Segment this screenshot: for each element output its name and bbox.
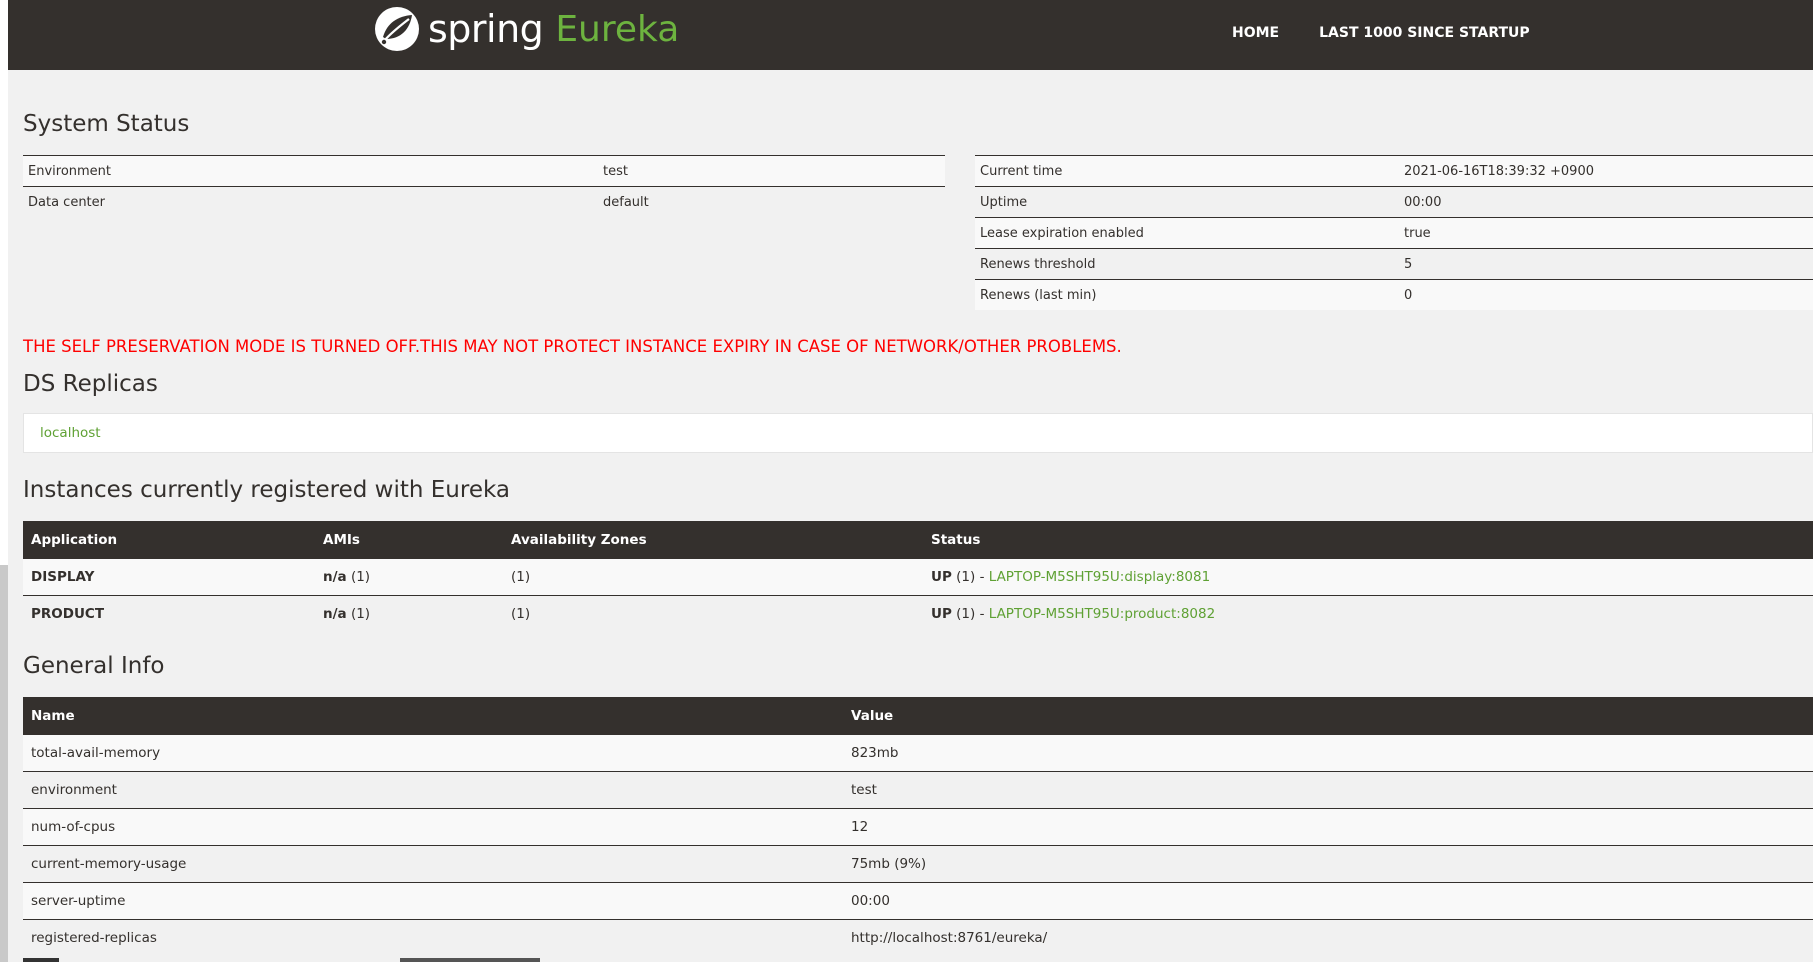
- status-cell: UP (1) - LAPTOP-M5SHT95U:display:8081: [923, 558, 1813, 596]
- column-header-value: Value: [843, 697, 1813, 735]
- instances-title: Instances currently registered with Eure…: [23, 477, 510, 503]
- ami-cell: n/a (1): [315, 595, 503, 632]
- ds-replicas-list: localhost: [23, 413, 1813, 453]
- brand-spring-text: spring: [428, 7, 544, 51]
- nav-last-1000-link[interactable]: LAST 1000 SINCE STARTUP: [1319, 25, 1530, 41]
- system-status-right-table: Current time 2021-06-16T18:39:32 +0900 U…: [975, 155, 1813, 310]
- ami-label: n/a: [323, 569, 347, 585]
- status-label: Renews (last min): [975, 279, 1399, 310]
- info-value: 00:00: [843, 882, 1813, 920]
- nav-home-link[interactable]: HOME: [1232, 25, 1279, 41]
- status-value: 00:00: [1399, 186, 1813, 218]
- status-value: 0: [1399, 279, 1813, 310]
- info-name: total-avail-memory: [23, 734, 843, 772]
- eureka-dashboard: spring Eureka HOME LAST 1000 SINCE START…: [8, 0, 1813, 962]
- status-row: Renews threshold 5: [975, 248, 1813, 280]
- status-value: test: [598, 155, 945, 187]
- nav-menu: HOME LAST 1000 SINCE STARTUP: [1232, 0, 1570, 66]
- info-value: test: [843, 771, 1813, 809]
- ami-count: (1): [350, 569, 371, 585]
- status-row: Lease expiration enabled true: [975, 217, 1813, 249]
- general-info-title: General Info: [23, 653, 165, 679]
- table-row: environment test: [23, 771, 1813, 809]
- status-cell: UP (1) - LAPTOP-M5SHT95U:product:8082: [923, 595, 1813, 632]
- table-row: total-avail-memory 823mb: [23, 734, 1813, 772]
- column-header-status: Status: [923, 521, 1813, 559]
- status-value: true: [1399, 217, 1813, 249]
- taskbar-edge: [400, 958, 540, 962]
- status-label: Current time: [975, 155, 1399, 187]
- status-label: Environment: [23, 155, 598, 187]
- table-row: current-memory-usage 75mb (9%): [23, 845, 1813, 883]
- status-value: default: [598, 186, 945, 217]
- info-name: num-of-cpus: [23, 808, 843, 846]
- status-value: 5: [1399, 248, 1813, 280]
- replica-link-localhost[interactable]: localhost: [40, 425, 101, 441]
- column-header-amis: AMIs: [315, 521, 503, 559]
- window-edge: [0, 565, 8, 962]
- instance-link[interactable]: LAPTOP-M5SHT95U:display:8081: [989, 569, 1210, 585]
- info-value: 823mb: [843, 734, 1813, 772]
- brand-eureka-text: Eureka: [555, 8, 680, 50]
- table-row: num-of-cpus 12: [23, 808, 1813, 846]
- info-name: registered-replicas: [23, 919, 843, 956]
- table-row: server-uptime 00:00: [23, 882, 1813, 920]
- status-row: Environment test: [23, 155, 945, 187]
- taskbar-edge: [23, 958, 59, 962]
- info-name: environment: [23, 771, 843, 809]
- self-preservation-warning: THE SELF PRESERVATION MODE IS TURNED OFF…: [23, 337, 1122, 356]
- column-header-name: Name: [23, 697, 843, 735]
- ami-count: (1): [350, 606, 371, 622]
- zones-cell: (1): [503, 558, 923, 596]
- column-header-application: Application: [23, 521, 315, 559]
- table-row: DISPLAY n/a (1) (1) UP (1) - LAPTOP-M5SH…: [23, 558, 1813, 596]
- status-row: Renews (last min) 0: [975, 279, 1813, 310]
- status-label: Renews threshold: [975, 248, 1399, 280]
- info-value: 75mb (9%): [843, 845, 1813, 883]
- status-up: UP: [931, 569, 952, 585]
- table-row: registered-replicas http://localhost:876…: [23, 919, 1813, 956]
- info-name: server-uptime: [23, 882, 843, 920]
- info-value: 12: [843, 808, 1813, 846]
- status-row: Current time 2021-06-16T18:39:32 +0900: [975, 155, 1813, 187]
- instances-table: Application AMIs Availability Zones Stat…: [23, 521, 1813, 632]
- status-label: Uptime: [975, 186, 1399, 218]
- status-row: Data center default: [23, 186, 945, 217]
- system-status-left-table: Environment test Data center default: [23, 155, 945, 217]
- instances-header-row: Application AMIs Availability Zones Stat…: [23, 521, 1813, 559]
- status-up: UP: [931, 606, 952, 622]
- application-name: PRODUCT: [23, 595, 315, 632]
- ami-label: n/a: [323, 606, 347, 622]
- info-value: http://localhost:8761/eureka/: [843, 919, 1813, 956]
- spring-leaf-icon: [375, 7, 419, 51]
- status-label: Lease expiration enabled: [975, 217, 1399, 249]
- system-status-title: System Status: [23, 111, 190, 137]
- general-info-header-row: Name Value: [23, 697, 1813, 735]
- table-row: PRODUCT n/a (1) (1) UP (1) - LAPTOP-M5SH…: [23, 595, 1813, 632]
- zones-cell: (1): [503, 595, 923, 632]
- ds-replicas-title: DS Replicas: [23, 371, 158, 397]
- status-count: (1) -: [956, 569, 989, 585]
- instance-link[interactable]: LAPTOP-M5SHT95U:product:8082: [989, 606, 1215, 622]
- status-label: Data center: [23, 186, 598, 217]
- general-info-table: Name Value total-avail-memory 823mb envi…: [23, 697, 1813, 956]
- info-name: current-memory-usage: [23, 845, 843, 883]
- status-count: (1) -: [956, 606, 989, 622]
- status-row: Uptime 00:00: [975, 186, 1813, 218]
- ami-cell: n/a (1): [315, 558, 503, 596]
- brand-logo-link[interactable]: spring Eureka: [374, 5, 679, 53]
- application-name: DISPLAY: [23, 558, 315, 596]
- top-navbar: spring Eureka HOME LAST 1000 SINCE START…: [8, 0, 1813, 70]
- column-header-zones: Availability Zones: [503, 521, 923, 559]
- status-value: 2021-06-16T18:39:32 +0900: [1399, 155, 1813, 187]
